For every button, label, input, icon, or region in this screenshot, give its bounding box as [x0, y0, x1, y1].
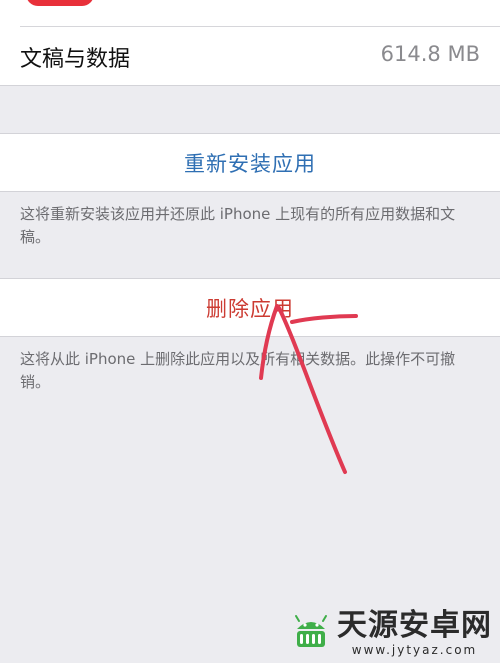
app-storage-settings-page: 文稿与数据 614.8 MB 重新安装应用 这将重新安装该应用并还原此 iPho… — [0, 0, 500, 663]
app-icon — [26, 0, 94, 6]
reinstall-app-footnote: 这将重新安装该应用并还原此 iPhone 上现有的所有应用数据和文稿。 — [20, 205, 456, 246]
site-watermark: 天源安卓网 www.jytyaz.com — [291, 609, 492, 657]
delete-app-button[interactable]: 删除应用 — [0, 278, 500, 337]
reinstall-app-button[interactable]: 重新安装应用 — [0, 133, 500, 192]
watermark-url: www.jytyaz.com — [351, 643, 478, 657]
documents-and-data-row: 文稿与数据 614.8 MB — [0, 27, 500, 86]
documents-and-data-size: 614.8 MB — [380, 42, 480, 66]
watermark-title: 天源安卓网 — [337, 608, 492, 643]
delete-app-footnote: 这将从此 iPhone 上删除此应用以及所有相关数据。此操作不可撤销。 — [20, 350, 456, 391]
delete-app-label: 删除应用 — [206, 297, 294, 321]
android-logo-icon — [291, 613, 331, 653]
reinstall-app-label: 重新安装应用 — [184, 152, 316, 176]
app-header-cell — [0, 0, 500, 27]
documents-and-data-label: 文稿与数据 — [20, 47, 131, 72]
watermark-text: 天源安卓网 www.jytyaz.com — [337, 608, 492, 658]
